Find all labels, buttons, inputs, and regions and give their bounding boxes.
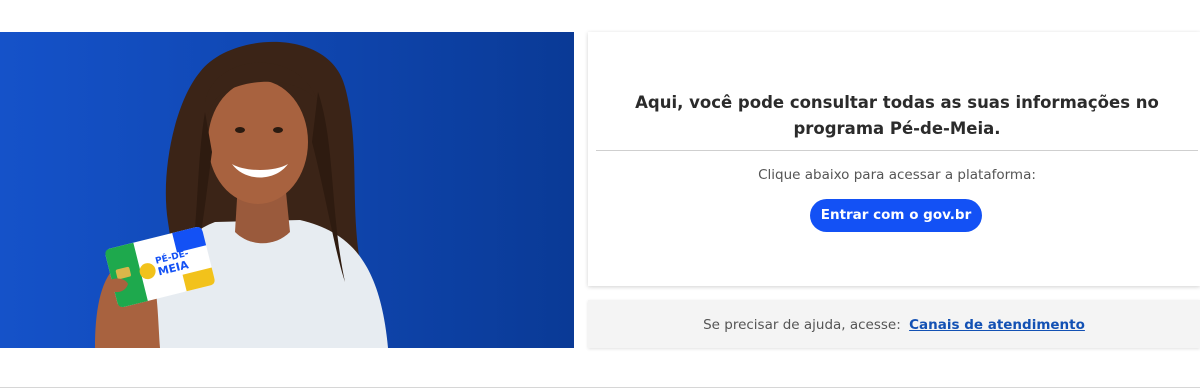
support-channels-link[interactable]: Canais de atendimento xyxy=(909,317,1085,333)
info-card-title: Aqui, você pode consultar todas as suas … xyxy=(635,93,1159,138)
divider xyxy=(596,150,1198,151)
login-govbr-button[interactable]: Entrar com o gov.br xyxy=(810,199,982,232)
page: PÉ-DE- MEIA Aqui, você pode consultar to… xyxy=(0,0,1200,390)
face-shape xyxy=(208,80,308,204)
footer-divider xyxy=(0,387,1200,388)
help-bar: Se precisar de ajuda, acesse: Canais de … xyxy=(588,300,1200,348)
hero-banner: PÉ-DE- MEIA xyxy=(0,32,574,348)
help-text: Se precisar de ajuda, acesse: xyxy=(703,317,901,333)
info-card-subtitle: Clique abaixo para acessar a plataforma: xyxy=(758,167,1036,183)
hero-illustration: PÉ-DE- MEIA xyxy=(95,41,388,348)
info-card: Aqui, você pode consultar todas as suas … xyxy=(588,32,1200,286)
